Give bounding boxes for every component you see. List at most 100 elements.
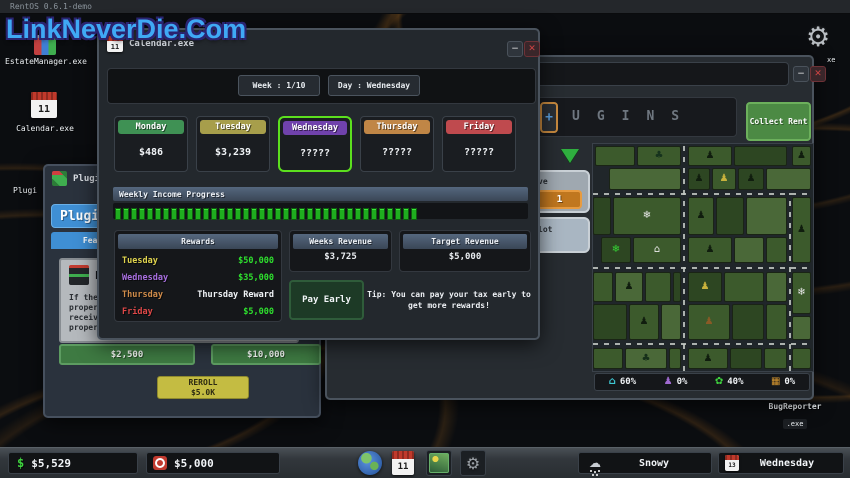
- map-plot[interactable]: [593, 197, 611, 235]
- map-plot[interactable]: ⌂: [633, 237, 681, 263]
- map-plot[interactable]: ♣: [625, 348, 667, 369]
- map-plot[interactable]: ❄: [613, 197, 681, 235]
- map-plot[interactable]: [673, 272, 681, 302]
- map-plot[interactable]: [669, 348, 681, 369]
- map-plot[interactable]: ♟: [712, 168, 736, 190]
- pay-early-button[interactable]: Pay Early: [289, 280, 364, 320]
- map-plot[interactable]: [734, 146, 787, 166]
- map-close-button[interactable]: ✕: [810, 66, 826, 82]
- globe-icon[interactable]: [358, 451, 382, 475]
- calendar-desktop-icon[interactable]: 11: [31, 92, 57, 118]
- map-plot[interactable]: ♟: [688, 168, 710, 190]
- calendar-icon-day: 11: [31, 100, 57, 118]
- map-plot[interactable]: ❄: [601, 237, 631, 263]
- road: [593, 343, 813, 345]
- map-plot[interactable]: [792, 348, 811, 369]
- week-indicator-chip[interactable]: Week : 1/10: [238, 75, 320, 96]
- target-revenue-header: Target Revenue: [403, 234, 527, 249]
- map-plot[interactable]: [766, 272, 787, 302]
- map-plot[interactable]: [661, 304, 681, 340]
- map-plot[interactable]: [595, 146, 635, 166]
- map-plot[interactable]: ♟: [688, 197, 714, 235]
- progress-segment: [219, 208, 225, 220]
- settings-gear-icon[interactable]: ⚙: [806, 22, 830, 53]
- map-plot[interactable]: [645, 272, 671, 302]
- weather-display[interactable]: ☁ Snowy: [578, 452, 712, 474]
- map-plot[interactable]: ♟: [615, 272, 643, 302]
- day-card-wednesday[interactable]: Wednesday?????: [278, 116, 352, 172]
- map-plot[interactable]: [716, 197, 744, 235]
- map-plot[interactable]: [593, 304, 627, 340]
- sidebar-level-button[interactable]: 1: [537, 190, 582, 209]
- city-map[interactable]: ♣♟♟♟♟♟❄♟♟❄⌂♟♟♟❄♟♟♣♟: [592, 143, 814, 372]
- progress-segment: [315, 208, 321, 220]
- taskbar-calendar-icon[interactable]: 11: [392, 451, 414, 475]
- reward-day-label: Thursday: [122, 290, 163, 300]
- progress-segment: [235, 208, 241, 220]
- estate-manager-label[interactable]: EstateManager.exe: [0, 57, 92, 66]
- map-plot[interactable]: ♟: [688, 348, 728, 369]
- image-icon: [429, 453, 449, 473]
- calendar-close-button[interactable]: ✕: [524, 41, 540, 57]
- map-plot[interactable]: ♟: [688, 272, 722, 302]
- sidebar-panel-improve[interactable]: ve 1: [532, 170, 590, 213]
- day-card-friday[interactable]: Friday?????: [442, 116, 516, 172]
- day-cards: Monday$486Tuesday$3,239Wednesday?????Thu…: [99, 116, 542, 173]
- progress-segment: [163, 208, 169, 220]
- progress-segment: [227, 208, 233, 220]
- map-plot[interactable]: [766, 168, 811, 190]
- money-display: $ $5,529: [8, 452, 138, 474]
- progress-segment: [387, 208, 393, 220]
- wallpaper-icon-chip[interactable]: [426, 450, 452, 476]
- map-plot[interactable]: [593, 348, 623, 369]
- plugin-buy-button-2[interactable]: $10,000: [211, 344, 321, 365]
- map-plot[interactable]: ❄: [792, 272, 811, 314]
- map-plot[interactable]: [730, 348, 762, 369]
- calendar-desktop-label[interactable]: Calendar.exe: [4, 124, 86, 133]
- reroll-button[interactable]: REROLL $5.0K: [157, 376, 249, 399]
- map-plot[interactable]: ♟: [688, 146, 732, 166]
- map-plot[interactable]: [734, 237, 764, 263]
- bug-reporter-icon-label[interactable]: BugReporter .exe: [752, 402, 838, 430]
- stat-plant: ✿40%: [715, 377, 744, 387]
- calendar-minimize-button[interactable]: −: [507, 41, 523, 57]
- map-minimize-button[interactable]: −: [793, 66, 809, 82]
- day-card-thursday[interactable]: Thursday?????: [360, 116, 434, 172]
- day-card-monday[interactable]: Monday$486: [114, 116, 188, 172]
- building-icon: ▦: [771, 377, 780, 387]
- map-plot[interactable]: [766, 304, 787, 340]
- progress-segment: [251, 208, 257, 220]
- stat-building: ▦0%: [771, 377, 795, 387]
- map-plot[interactable]: ♟: [688, 237, 732, 263]
- day-card-header: Thursday: [364, 120, 430, 134]
- map-plot[interactable]: [609, 168, 681, 190]
- map-plot[interactable]: ♟: [792, 146, 811, 166]
- progress-segment: [347, 208, 353, 220]
- map-plot[interactable]: [746, 197, 787, 235]
- map-plot[interactable]: ♟: [629, 304, 659, 340]
- map-plot[interactable]: [766, 237, 787, 263]
- map-plot[interactable]: [764, 348, 787, 369]
- map-plot[interactable]: [792, 316, 811, 340]
- collect-rent-button[interactable]: Collect Rent: [746, 102, 811, 141]
- map-plot[interactable]: ♣: [637, 146, 681, 166]
- day-card-tuesday[interactable]: Tuesday$3,239: [196, 116, 270, 172]
- map-plot[interactable]: [724, 272, 764, 302]
- plugin-buy-button-1[interactable]: $2,500: [59, 344, 195, 365]
- add-plugin-button[interactable]: +: [540, 102, 558, 133]
- map-plot[interactable]: [593, 272, 613, 302]
- map-plot[interactable]: ♟: [738, 168, 764, 190]
- progress-segment: [291, 208, 297, 220]
- day-indicator-chip[interactable]: Day : Wednesday: [328, 75, 420, 96]
- map-plot[interactable]: ♟: [688, 304, 730, 340]
- settings-chip[interactable]: ⚙: [460, 450, 486, 476]
- map-plot[interactable]: ♟: [792, 197, 811, 263]
- filter-funnel-icon[interactable]: [561, 149, 579, 163]
- sidebar-panel-plot[interactable]: lot: [532, 217, 590, 253]
- money-icon: $: [17, 456, 24, 470]
- progress-segment: [155, 208, 161, 220]
- map-plot[interactable]: [732, 304, 764, 340]
- plugin-desktop-label[interactable]: Plugi: [13, 186, 37, 195]
- day-calendar-icon-num: 13: [725, 460, 739, 471]
- day-display[interactable]: 13 Wednesday: [718, 452, 844, 474]
